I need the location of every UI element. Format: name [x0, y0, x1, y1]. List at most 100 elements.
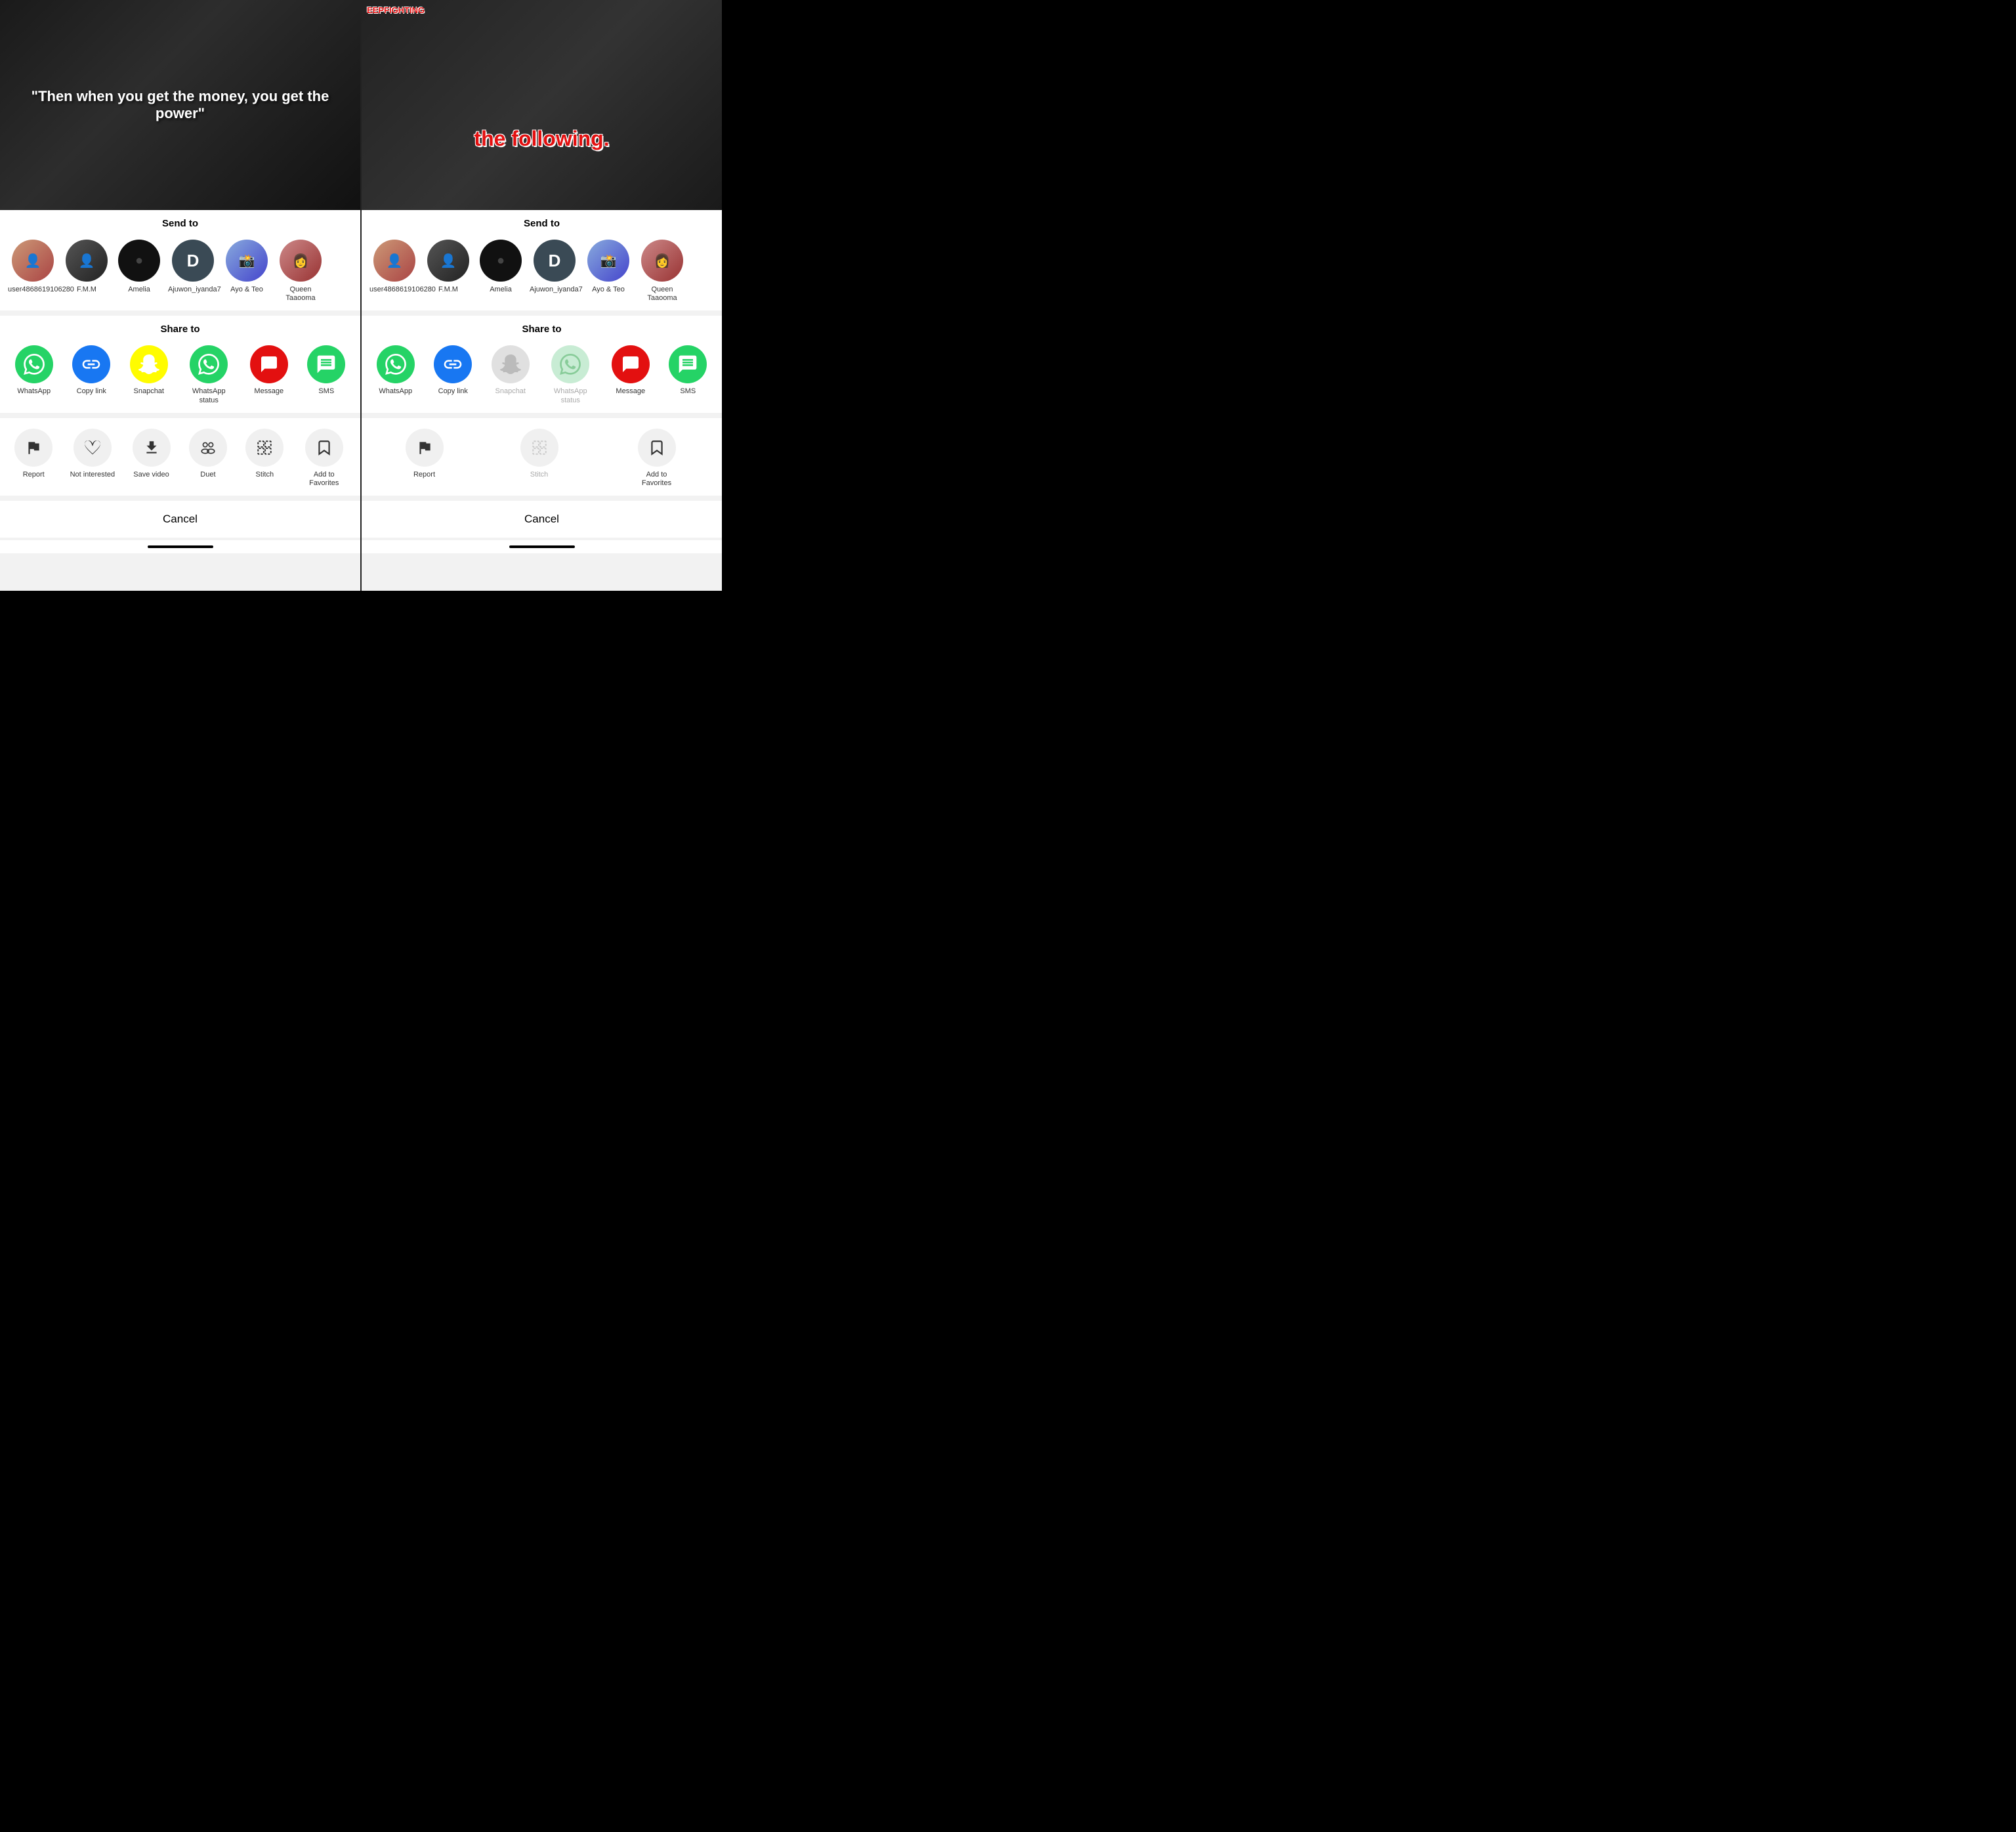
- share-label: WhatsApp status: [186, 387, 232, 404]
- share-item-whatsapp-status[interactable]: WhatsApp status: [545, 343, 596, 407]
- share-label: WhatsApp status: [547, 387, 593, 404]
- copylink-icon: [72, 345, 110, 383]
- share-item-sms[interactable]: SMS: [303, 343, 349, 407]
- action-item-save-video[interactable]: Save video: [129, 426, 175, 490]
- contact-name: Amelia: [490, 286, 512, 294]
- contact-item[interactable]: ● Amelia: [474, 237, 527, 305]
- contact-item[interactable]: 👩 Queen Taaooma: [635, 237, 690, 305]
- snapchat-icon: [492, 345, 530, 383]
- home-indicator: [0, 540, 360, 553]
- action-item-report[interactable]: Report: [10, 426, 56, 490]
- share-item-snapchat[interactable]: Snapchat: [126, 343, 172, 407]
- contact-name: Ajuwon_iyanda7: [168, 286, 218, 294]
- duet-icon: [189, 429, 227, 467]
- action-item-add-favorites[interactable]: Add to Favorites: [299, 426, 350, 490]
- contact-name: F.M.M: [77, 286, 96, 294]
- contact-avatar: 👤: [12, 240, 54, 282]
- contact-item[interactable]: D Ajuwon_iyanda7: [165, 237, 220, 305]
- contact-avatar: 👤: [66, 240, 108, 282]
- cancel-button[interactable]: Cancel: [373, 513, 710, 526]
- home-indicator: [362, 540, 722, 553]
- send-to-section: Send to 👤 user4868619106280 👤 F.M.M ● Am…: [362, 210, 722, 310]
- action-item-stitch[interactable]: Stitch: [242, 426, 287, 490]
- contact-avatar: D: [172, 240, 214, 282]
- sms-icon: [307, 345, 345, 383]
- share-row: WhatsApp Copy link Snapchat WhatsApp sta…: [362, 343, 722, 407]
- contact-item[interactable]: ● Amelia: [113, 237, 165, 305]
- share-item-sms[interactable]: SMS: [665, 343, 711, 407]
- message-icon: [250, 345, 288, 383]
- action-label: Save video: [133, 471, 169, 479]
- share-item-message[interactable]: Message: [608, 343, 654, 407]
- sms-icon: [669, 345, 707, 383]
- phone-panel-right: EEPFIGHTING the following. Send to 👤 use…: [360, 0, 722, 591]
- share-item-message[interactable]: Message: [246, 343, 292, 407]
- whatsapp-icon: [15, 345, 53, 383]
- contact-item[interactable]: 👩 Queen Taaooma: [273, 237, 328, 305]
- share-row: WhatsApp Copy link Snapchat WhatsApp sta…: [0, 343, 360, 407]
- contact-avatar: ●: [118, 240, 160, 282]
- action-item-add-favorites[interactable]: Add to Favorites: [631, 426, 682, 490]
- cancel-section: Cancel: [0, 501, 360, 538]
- contact-avatar: ●: [480, 240, 522, 282]
- share-label: SMS: [680, 387, 696, 396]
- cancel-section: Cancel: [362, 501, 722, 538]
- action-label: Report: [413, 471, 435, 479]
- share-item-copylink[interactable]: Copy link: [430, 343, 476, 407]
- home-bar: [509, 545, 575, 548]
- cancel-button[interactable]: Cancel: [12, 513, 348, 526]
- contact-item[interactable]: 📸 Ayo & Teo: [582, 237, 635, 305]
- video-background: EEPFIGHTING the following.: [362, 0, 722, 210]
- share-label: Copy link: [438, 387, 468, 396]
- action-label: Report: [23, 471, 45, 479]
- share-to-title: Share to: [0, 324, 360, 335]
- actions-row: Report Stitch Add to Favorites: [362, 426, 722, 490]
- share-label: Snapchat: [495, 387, 526, 396]
- contact-item[interactable]: 👤 F.M.M: [422, 237, 474, 305]
- flag-icon: [406, 429, 444, 467]
- video-area: "Then when you get the money, you get th…: [0, 0, 360, 210]
- contact-item[interactable]: 📸 Ayo & Teo: [220, 237, 273, 305]
- contact-item[interactable]: 👤 user4868619106280: [367, 237, 422, 305]
- contact-item[interactable]: D Ajuwon_iyanda7: [527, 237, 582, 305]
- action-label: Stitch: [256, 471, 274, 479]
- contact-name: user4868619106280: [8, 286, 58, 294]
- heart-broken-icon: [74, 429, 112, 467]
- share-item-whatsapp[interactable]: WhatsApp: [373, 343, 419, 407]
- share-label: SMS: [318, 387, 334, 396]
- contact-avatar: 📸: [587, 240, 629, 282]
- share-item-copylink[interactable]: Copy link: [68, 343, 114, 407]
- action-label: Add to Favorites: [634, 471, 680, 488]
- share-item-whatsapp-status[interactable]: WhatsApp status: [183, 343, 234, 407]
- contact-avatar: 👩: [280, 240, 322, 282]
- copylink-icon: [434, 345, 472, 383]
- share-item-snapchat[interactable]: Snapchat: [488, 343, 534, 407]
- video-quote: "Then when you get the money, you get th…: [0, 75, 360, 135]
- share-label: Snapchat: [134, 387, 164, 396]
- contact-item[interactable]: 👤 F.M.M: [60, 237, 113, 305]
- share-label: Message: [616, 387, 645, 396]
- actions-section: Report Not interested Save video Duet St…: [0, 418, 360, 496]
- contact-avatar: 👤: [427, 240, 469, 282]
- video-area: EEPFIGHTING the following.: [362, 0, 722, 210]
- contact-name: user4868619106280: [369, 286, 419, 294]
- share-label: Copy link: [77, 387, 106, 396]
- share-item-whatsapp[interactable]: WhatsApp: [11, 343, 57, 407]
- contact-name: F.M.M: [438, 286, 458, 294]
- bookmark-icon: [638, 429, 676, 467]
- actions-section: Report Stitch Add to Favorites: [362, 418, 722, 496]
- action-label: Not interested: [70, 471, 115, 479]
- contact-name: Queen Taaooma: [276, 286, 326, 303]
- contacts-row: 👤 user4868619106280 👤 F.M.M ● Amelia D A…: [0, 237, 360, 305]
- contact-name: Ayo & Teo: [592, 286, 625, 294]
- contact-name: Amelia: [128, 286, 150, 294]
- bottom-sheet: Send to 👤 user4868619106280 👤 F.M.M ● Am…: [362, 210, 722, 591]
- action-item-not-interested[interactable]: Not interested: [68, 426, 117, 490]
- contact-item[interactable]: 👤 user4868619106280: [5, 237, 60, 305]
- action-item-duet[interactable]: Duet: [185, 426, 231, 490]
- video-text: the following.: [368, 114, 715, 164]
- action-item-stitch: Stitch: [516, 426, 562, 490]
- share-to-section: Share to WhatsApp Copy link Snapchat: [0, 316, 360, 412]
- action-item-report[interactable]: Report: [402, 426, 448, 490]
- send-to-section: Send to 👤 user4868619106280 👤 F.M.M ● Am…: [0, 210, 360, 310]
